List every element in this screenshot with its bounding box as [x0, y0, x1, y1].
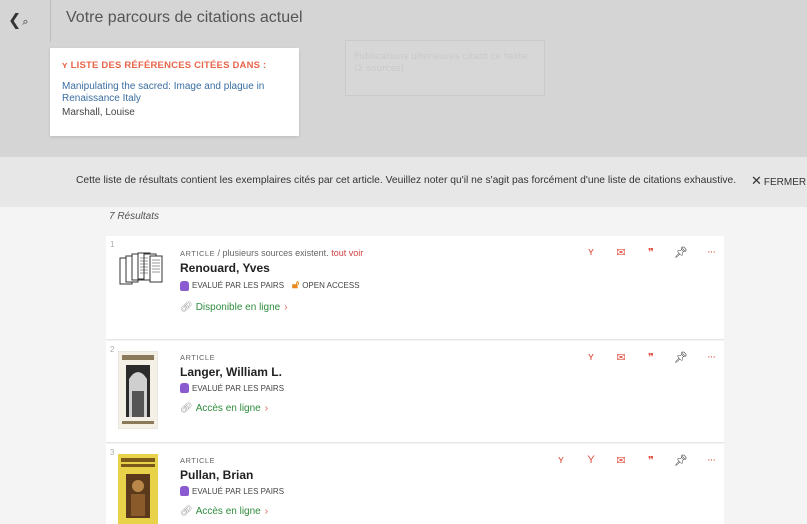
citation-heading-text: LISTE DES RÉFÉRENCES CITÉES DANS :	[70, 60, 267, 71]
open-access-icon: 🔓︎	[292, 279, 300, 291]
more-options-icon[interactable]: ···	[696, 246, 726, 259]
peer-reviewed-label: EVALUÉ PAR LES PAIRS	[192, 486, 285, 496]
row-actions: ʏ ✉ ❞ 📌︎ ···	[576, 351, 726, 364]
multi-source-note: / plusieurs sources existent.	[215, 248, 329, 258]
citation-source-card[interactable]: ʏ LISTE DES RÉFÉRENCES CITÉES DANS : Mani…	[50, 48, 299, 136]
email-icon[interactable]: ✉	[606, 454, 636, 467]
doc-type: ARTICLE / plusieurs sources existent. to…	[180, 248, 510, 258]
chevron-right-icon: ›	[284, 302, 288, 313]
ghost-citation-card: Publications ultérieures citant ce texte…	[345, 40, 545, 96]
header-band: ❮⌕ Votre parcours de citations actuel Pu…	[0, 0, 807, 157]
chevron-right-icon: ›	[264, 403, 269, 414]
close-icon: ✕	[751, 173, 762, 188]
open-access-badge: 🔓︎ OPEN ACCESS	[292, 279, 360, 292]
availability-link[interactable]: 🔗︎ Accès en ligne ›	[180, 506, 510, 517]
cited-references-icon[interactable]: ʏ	[546, 454, 576, 467]
peer-reviewed-label: EVALUÉ PAR LES PAIRS	[192, 281, 285, 290]
doc-type: ARTICLE	[180, 456, 216, 465]
cited-references-icon: ʏ	[62, 60, 68, 71]
result-title[interactable]: Renouard, Yves	[180, 261, 510, 275]
row-actions: ʏ Υ ✉ ❞ 📌︎ ···	[546, 454, 726, 467]
pin-icon[interactable]: 📌︎	[666, 351, 696, 364]
link-icon: 🔗︎	[180, 506, 193, 517]
row-actions: ʏ ✉ ❞ 📌︎ ···	[576, 246, 726, 259]
ghost-card-text: Publications ultérieures citant ce texte…	[354, 52, 528, 74]
availability-label: Disponible en ligne	[195, 302, 281, 313]
quote-icon[interactable]: ❞	[636, 351, 666, 364]
book-cover-thumbnail	[118, 454, 164, 524]
link-icon: 🔗︎	[180, 302, 193, 313]
result-row[interactable]: 1 ARTICLE / plusieurs sources existent. …	[106, 236, 724, 340]
notice-bar: Cette liste de résultats contient les ex…	[0, 157, 807, 207]
quote-icon[interactable]: ❞	[636, 454, 666, 467]
doc-type: ARTICLE	[180, 353, 216, 362]
back-search-button[interactable]: ❮⌕	[8, 10, 29, 29]
chevron-right-icon: ›	[264, 506, 269, 517]
availability-link[interactable]: 🔗︎ Accès en ligne ›	[180, 403, 510, 414]
availability-label: Accès en ligne	[195, 506, 261, 517]
doc-type-label: ARTICLE	[180, 249, 216, 258]
citation-card-heading: ʏ LISTE DES RÉFÉRENCES CITÉES DANS :	[62, 60, 287, 71]
peer-reviewed-badge: EVALUÉ PAR LES PAIRS	[180, 383, 284, 393]
email-icon[interactable]: ✉	[606, 351, 636, 364]
link-icon: 🔗︎	[180, 403, 193, 414]
page-title: Votre parcours de citations actuel	[66, 9, 303, 26]
close-label: FERMER	[763, 177, 807, 188]
badges: EVALUÉ PAR LES PAIRS 🔓︎ OPEN ACCESS	[180, 279, 510, 292]
availability-label: Accès en ligne	[195, 403, 261, 414]
results-count: 7 Résultats	[109, 211, 160, 222]
peer-reviewed-badge: EVALUÉ PAR LES PAIRS	[180, 280, 285, 291]
citation-card-author: Marshall, Louise	[62, 107, 135, 118]
citation-card-title[interactable]: Manipulating the sacred: Image and plagu…	[62, 81, 287, 105]
open-access-label: OPEN ACCESS	[302, 281, 360, 290]
result-title[interactable]: Langer, William L.	[180, 365, 510, 379]
row-number: 1	[110, 240, 115, 249]
result-title[interactable]: Pullan, Brian	[180, 468, 510, 482]
row-number: 3	[110, 448, 115, 457]
search-icon: ⌕	[22, 15, 29, 28]
more-options-icon[interactable]: ···	[696, 351, 726, 364]
email-icon[interactable]: ✉	[606, 246, 636, 259]
peer-reviewed-label: EVALUÉ PAR LES PAIRS	[192, 383, 285, 393]
pin-icon[interactable]: 📌︎	[666, 246, 696, 259]
result-meta: ARTICLE Pullan, Brian EVALUÉ PAR LES PAI…	[180, 456, 510, 517]
result-meta: ARTICLE / plusieurs sources existent. to…	[180, 248, 510, 313]
see-all-link[interactable]: tout voir	[331, 248, 363, 258]
peer-reviewed-icon	[180, 280, 189, 291]
peer-reviewed-badge: EVALUÉ PAR LES PAIRS	[180, 486, 284, 496]
result-row[interactable]: 2 ARTICLE Langer, William L. EVALUÉ PAR …	[106, 341, 724, 443]
multi-source-thumbnail	[118, 250, 164, 290]
close-notice-button[interactable]: ✕ FERMER	[751, 173, 806, 189]
peer-reviewed-icon	[180, 486, 189, 496]
more-options-icon[interactable]: ···	[696, 454, 726, 467]
result-row[interactable]: 3 ARTICLE Pullan, Brian EVALUÉ PAR LES P…	[106, 444, 724, 524]
pin-icon[interactable]: 📌︎	[666, 454, 696, 467]
availability-link[interactable]: 🔗︎ Disponible en ligne ›	[180, 302, 510, 313]
book-cover-thumbnail	[117, 350, 164, 430]
cited-references-icon[interactable]: ʏ	[576, 351, 606, 364]
notice-text: Cette liste de résultats contient les ex…	[76, 175, 737, 186]
result-meta: ARTICLE Langer, William L. EVALUÉ PAR LE…	[180, 353, 510, 414]
quote-icon[interactable]: ❞	[636, 246, 666, 259]
chevron-left-icon: ❮	[8, 10, 22, 29]
peer-reviewed-icon	[180, 383, 189, 393]
citing-articles-icon[interactable]: Υ	[576, 454, 606, 467]
header-divider	[50, 0, 51, 42]
badges: EVALUÉ PAR LES PAIRS	[180, 383, 510, 393]
cited-references-icon[interactable]: ʏ	[576, 246, 606, 259]
badges: EVALUÉ PAR LES PAIRS	[180, 486, 510, 496]
row-number: 2	[110, 345, 115, 354]
